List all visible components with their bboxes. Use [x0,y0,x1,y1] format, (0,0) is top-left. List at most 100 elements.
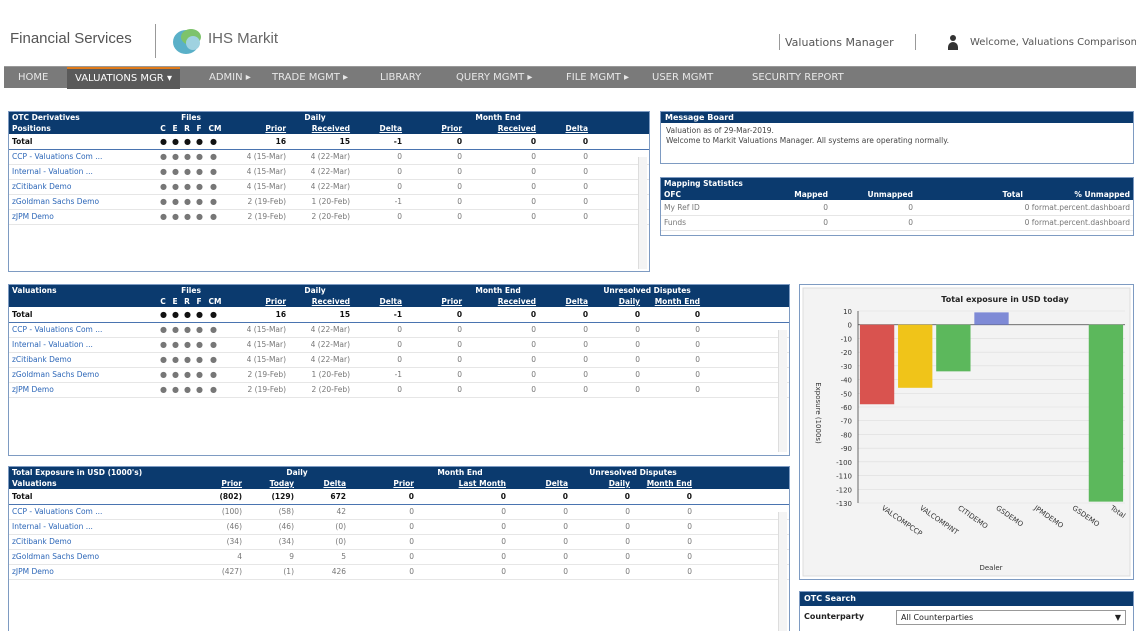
col-r: R [184,297,190,306]
row-link[interactable]: zJPM Demo [9,209,157,225]
col-prior[interactable]: Prior [225,123,289,134]
cell: 4 (15-Mar) [225,149,290,165]
cell: 16 [225,134,290,150]
nav-library[interactable]: LIBRARY [380,67,421,89]
row-link[interactable]: CCP - Valuations Com ... [9,322,157,338]
col-me-prior[interactable]: Prior [349,478,417,489]
row-link[interactable]: zGoldman Sachs Demo [9,367,157,383]
status-dot: ● [157,134,169,150]
chart-bar [898,324,933,388]
cell: Funds [661,215,751,231]
status-dot: ● [169,149,181,165]
row-link[interactable]: Internal - Valuation ... [9,337,157,353]
col-disp-monthend[interactable]: Month End [643,296,703,307]
val-scrollbar[interactable] [778,330,787,452]
status-dot: ● [205,194,226,210]
cell: 0 [353,322,406,338]
cell: 0 [405,337,466,353]
col-f: F [196,297,202,306]
cell: 16 [225,307,290,323]
cell: 4 (15-Mar) [225,337,290,353]
col-prior[interactable]: Prior [169,478,245,489]
nav-user-mgmt[interactable]: USER MGMT [652,67,713,89]
status-dot: ● [181,209,193,225]
cell: 0 [465,194,540,210]
cell: 0 [643,382,704,398]
col-delta[interactable]: Delta [297,478,349,489]
cell: 2 (20-Feb) [289,209,354,225]
nav-query-mgmt[interactable]: QUERY MGMT ▸ [456,67,532,89]
row-link[interactable]: zGoldman Sachs Demo [9,549,169,565]
cell: 0 [539,179,592,195]
exp-scrollbar[interactable] [778,512,787,631]
cell: 672 [297,489,350,505]
y-tick-label: -130 [836,500,852,508]
nav-valuations-mgr[interactable]: VALUATIONS MGR ▾ [67,67,180,89]
row-link[interactable]: zGoldman Sachs Demo [9,194,157,210]
status-dot: ● [181,322,193,338]
col-disp-monthend[interactable]: Month End [633,478,695,489]
row-link[interactable]: zJPM Demo [9,564,169,580]
cell: 4 (15-Mar) [225,164,290,180]
cell: 15 [289,134,354,150]
col-me-received[interactable]: Received [465,123,539,134]
col-cm: CM [208,124,222,133]
chart-bar [859,324,895,405]
user-icon[interactable] [946,35,960,51]
y-tick-label: -70 [841,418,852,426]
status-dot: ● [181,367,193,383]
cell: 0 [405,194,466,210]
nav-file-mgmt[interactable]: FILE MGMT ▸ [566,67,629,89]
y-tick-label: 0 [848,322,852,330]
col-disp-daily[interactable]: Daily [591,296,643,307]
cell: 0 [509,549,572,565]
col-me-delta[interactable]: Delta [509,478,571,489]
cell: 0 [751,200,831,216]
nav-trade-mgmt[interactable]: TRADE MGMT ▸ [272,67,348,89]
col-disp-daily[interactable]: Daily [571,478,633,489]
row-link[interactable]: CCP - Valuations Com ... [9,504,169,520]
cell: 0 [417,564,510,580]
header-divider [915,34,916,50]
col-received[interactable]: Received [289,123,353,134]
col-me-prior[interactable]: Prior [405,296,465,307]
status-dot: ● [169,134,181,150]
col-today[interactable]: Today [245,478,297,489]
table-row: zJPM Demo ● ● ● ● ● 2 (19-Feb) 2 (20-Feb) 0 0 0 0 0 0 [9,382,789,398]
cell: 0 [509,534,572,550]
cell: 0 [591,367,644,383]
row-link[interactable]: CCP - Valuations Com ... [9,149,157,165]
status-dot: ● [181,352,193,368]
status-dot: ● [193,382,205,398]
col-me-delta[interactable]: Delta [539,123,591,134]
table-row: Internal - Valuation ... (46) (46) (0) 0 0 0 0 0 [9,519,789,535]
row-link[interactable]: Internal - Valuation ... [9,164,157,180]
col-me-prior[interactable]: Prior [405,123,465,134]
status-dot: ● [157,382,169,398]
col-cm: CM [208,297,222,306]
cell: 0 [417,534,510,550]
row-link[interactable]: Internal - Valuation ... [9,519,169,535]
row-link[interactable]: zCitibank Demo [9,352,157,368]
col-last-month[interactable]: Last Month [417,478,509,489]
cell: 0 [349,549,418,565]
col-delta[interactable]: Delta [353,296,405,307]
counterparty-select[interactable]: All Counterparties ▼ [896,610,1126,625]
nav-home[interactable]: HOME [10,67,56,89]
otc-daily-header: Daily [304,113,326,122]
col-prior[interactable]: Prior [225,296,289,307]
otc-scrollbar[interactable] [638,157,647,269]
col-received[interactable]: Received [289,296,353,307]
counterparty-label: Counterparty [804,612,865,621]
nav-admin[interactable]: ADMIN ▸ [209,67,251,89]
row-link[interactable]: zJPM Demo [9,382,157,398]
nav-security-report[interactable]: SECURITY REPORT [752,67,844,89]
col-delta[interactable]: Delta [353,123,405,134]
col-me-delta[interactable]: Delta [539,296,591,307]
mapping-title: Mapping Statistics [664,179,743,188]
col-me-received[interactable]: Received [465,296,539,307]
status-dot: ● [205,149,226,165]
row-link[interactable]: zCitibank Demo [9,179,157,195]
cell: 0 [417,504,510,520]
row-link[interactable]: zCitibank Demo [9,534,169,550]
